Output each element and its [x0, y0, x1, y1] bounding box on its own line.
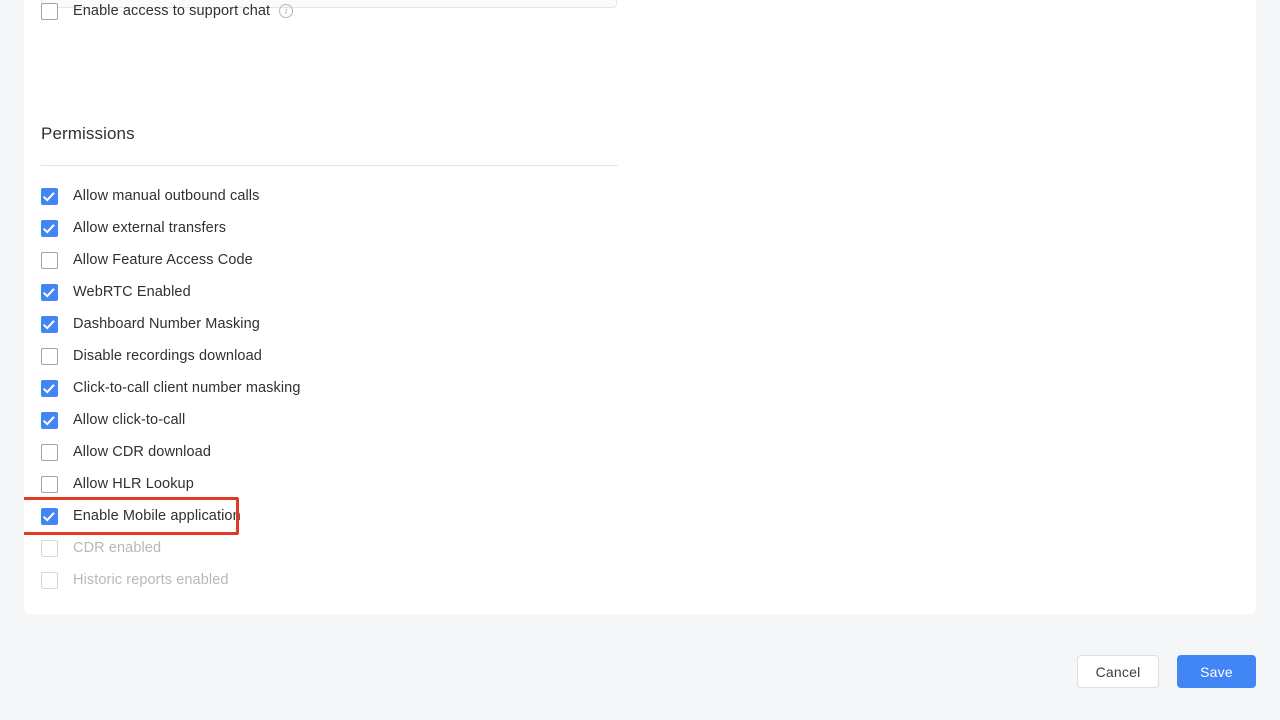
checkbox-label: Dashboard Number Masking: [73, 316, 260, 332]
checkbox-row-dashboard-number-masking[interactable]: Dashboard Number Masking: [41, 314, 260, 334]
checkbox-row-support-chat[interactable]: Enable access to support chat i: [41, 1, 294, 21]
checkbox-label: Disable recordings download: [73, 348, 262, 364]
checkbox-row-cdr-enabled: CDR enabled: [41, 538, 161, 558]
checkbox-disable-recordings-download[interactable]: [41, 347, 58, 365]
section-divider: [41, 165, 618, 166]
checkbox-webrtc-enabled[interactable]: [41, 283, 58, 301]
checkbox-dashboard-number-masking[interactable]: [41, 315, 58, 333]
checkbox-label: Enable Mobile application: [73, 508, 241, 524]
checkbox-label-support-chat: Enable access to support chat: [73, 3, 271, 19]
checkbox-row-webrtc-enabled[interactable]: WebRTC Enabled: [41, 282, 191, 302]
checkbox-label: Allow HLR Lookup: [73, 476, 194, 492]
checkbox-support-chat[interactable]: [41, 2, 58, 20]
checkbox-row-click-to-call-client-number-masking[interactable]: Click-to-call client number masking: [41, 378, 301, 398]
checkbox-click-to-call-client-number-masking[interactable]: [41, 379, 58, 397]
checkbox-label: Allow external transfers: [73, 220, 227, 236]
checkbox-row-allow-click-to-call[interactable]: Allow click-to-call: [41, 410, 185, 430]
form-footer: Cancel Save: [0, 614, 1280, 720]
checkbox-row-allow-hlr-lookup[interactable]: Allow HLR Lookup: [41, 474, 194, 494]
cancel-button[interactable]: Cancel: [1077, 655, 1159, 688]
checkbox-row-enable-mobile-application[interactable]: Enable Mobile application: [41, 506, 241, 526]
checkbox-row-disable-recordings-download[interactable]: Disable recordings download: [41, 346, 262, 366]
checkbox-enable-mobile-application[interactable]: [41, 507, 58, 525]
settings-card: Enable access to support chat i Permissi…: [24, 0, 1256, 614]
footer-actions: Cancel Save: [1077, 655, 1256, 688]
checkbox-row-allow-cdr-download[interactable]: Allow CDR download: [41, 442, 211, 462]
checkbox-label: Allow CDR download: [73, 444, 211, 460]
checkbox-allow-external-transfers[interactable]: [41, 219, 58, 237]
checkbox-allow-click-to-call[interactable]: [41, 411, 58, 429]
checkbox-label: WebRTC Enabled: [73, 284, 191, 300]
checkbox-row-allow-external-transfers[interactable]: Allow external transfers: [41, 218, 226, 238]
checkbox-row-historic-reports-enabled: Historic reports enabled: [41, 570, 229, 590]
checkbox-label: Allow manual outbound calls: [73, 188, 260, 204]
checkbox-label: Historic reports enabled: [73, 572, 229, 588]
checkbox-row-allow-manual-outbound-calls[interactable]: Allow manual outbound calls: [41, 186, 259, 206]
checkbox-label: Click-to-call client number masking: [73, 380, 301, 396]
checkbox-allow-feature-access-code[interactable]: [41, 251, 58, 269]
checkbox-allow-hlr-lookup[interactable]: [41, 475, 58, 493]
checkbox-allow-manual-outbound-calls[interactable]: [41, 187, 58, 205]
checkbox-label: CDR enabled: [73, 540, 162, 556]
checkbox-historic-reports-enabled: [41, 571, 58, 589]
save-button[interactable]: Save: [1177, 655, 1256, 688]
section-title-permissions: Permissions: [41, 124, 135, 143]
checkbox-allow-cdr-download[interactable]: [41, 443, 58, 461]
info-icon[interactable]: i: [279, 4, 294, 18]
checkbox-cdr-enabled: [41, 539, 58, 557]
checkbox-label: Allow Feature Access Code: [73, 252, 253, 268]
checkbox-row-allow-feature-access-code[interactable]: Allow Feature Access Code: [41, 250, 253, 270]
checkbox-label: Allow click-to-call: [73, 412, 186, 428]
